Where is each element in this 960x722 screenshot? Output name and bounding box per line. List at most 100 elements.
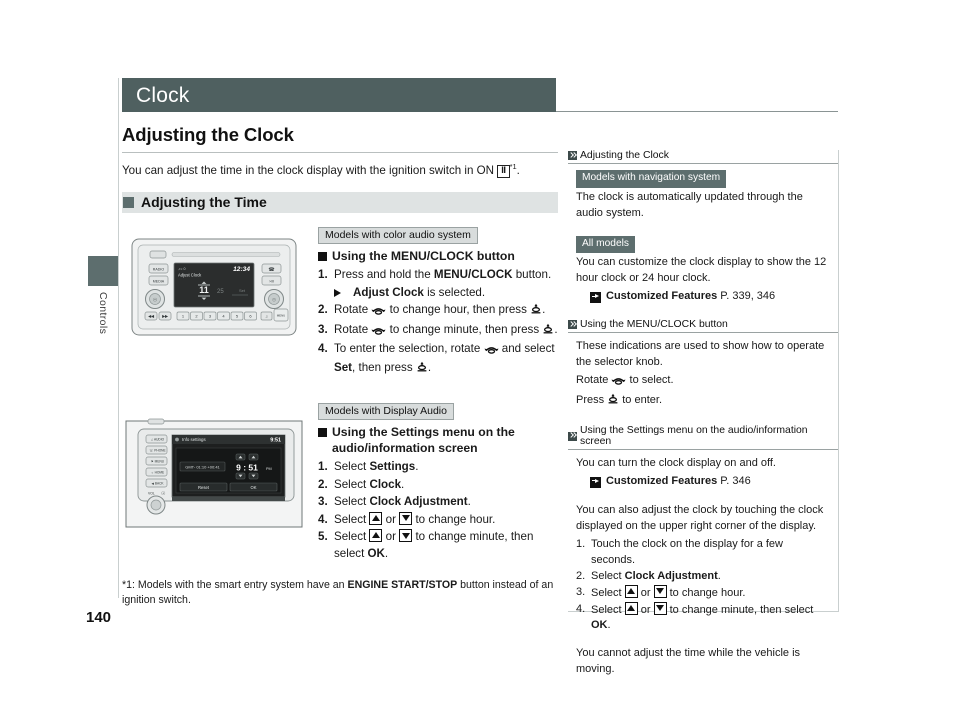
body-text: Select [591,586,625,599]
emphasis-text: MENU/CLOCK [433,268,513,282]
sidebar-block-header: Adjusting the Clock [568,150,838,164]
emphasis-text: Clock Adjustment [369,495,468,509]
sidebar-model-tag: Models with navigation system [576,170,727,188]
body-text: . [384,546,389,560]
svg-text:OK: OK [250,485,256,490]
body-text: or [382,512,400,526]
body-text: to change hour. [412,512,496,526]
manual-page: Controls Clock Adjusting the Clock You c… [0,0,960,722]
subheading-bullet-icon-2 [318,428,327,438]
display-audio-unit-figure: ♫ AUDIO ☏ PHONE ⚑ MENU ☼ HOME ◀ BACK Inf… [122,399,306,540]
step-text: Rotate to change hour, then press . [334,302,558,320]
jump-arrow-icon [590,476,601,488]
sidebar-block-body: You can turn the clock display on and of… [568,456,838,678]
subheading-menu-clock: Using the MENU/CLOCK button [318,249,558,265]
step-number: 2. [318,303,328,317]
svg-text:GMT- 01:10 +00:41: GMT- 01:10 +00:41 [185,465,220,470]
cross-reference-text: Customized Features P. 346 [606,474,751,487]
model-tag-display-audio: Models with Display Audio [318,403,454,421]
body-text: Select [334,477,370,491]
step-number: 4. [318,342,328,356]
rotate-knob-icon [484,343,499,359]
main-column: Adjusting the Clock You can adjust the t… [122,124,558,577]
subheading-settings-menu-text: Using the Settings menu on the audio/inf… [332,425,515,455]
step-text: Select Settings. [334,459,558,475]
body-text: to change hour, then press [386,303,531,317]
sidebar-paragraph: Rotate to select. [576,373,828,391]
color-audio-head-unit-figure: RADIO MEDIA ☎ >/II ♫♪ 0 Adjust Clock 12:… [122,222,306,349]
sidebar-paragraph: The clock is automatically updated throu… [576,190,803,219]
emphasis-text: Settings [369,460,416,474]
svg-text:♫♪ 0: ♫♪ 0 [178,267,186,271]
step-number: 4. [318,512,328,526]
section-tab-block [88,256,118,286]
body-text: Rotate [334,322,372,336]
body-text: . [401,477,405,491]
svg-text:☎: ☎ [268,267,274,273]
body-text: , then press [352,360,416,374]
body-text: and select [498,342,555,356]
chapter-title-bar: Clock [122,78,556,112]
step-text: Select Clock. [334,477,558,493]
step-item: 2. Rotate to change hour, then press . [318,302,558,320]
step-text: To enter the selection, rotate and selec… [334,341,558,378]
model-tag-color-audio: Models with color audio system [318,226,478,244]
svg-text:25: 25 [217,289,224,295]
sidebar-step-list: 1. Touch the clock on the display for a f… [576,537,828,635]
triangle-icon [334,288,348,297]
step-number: 5. [318,530,328,544]
page-title-rule [122,152,558,153]
down-arrow-key-icon [399,511,413,525]
section-tab: Controls [88,256,118,339]
body-text: Touch the clock on the display for a few… [591,537,783,566]
band-bullet-icon [123,196,134,208]
step-number: 2. [318,477,328,491]
step-item: 3. Rotate to change minute, then press . [318,322,558,340]
intro-text-after: . [516,164,520,177]
page-title: Adjusting the Clock [122,124,294,145]
svg-text:☼ HOME: ☼ HOME [151,471,164,475]
sidebar-paragraph: You cannot adjust the time while the veh… [576,647,801,676]
svg-text:MENU: MENU [277,313,286,317]
svg-text:☏ PHONE: ☏ PHONE [149,449,165,453]
subheading-settings-menu: Using the Settings menu on the audio/inf… [318,425,558,456]
svg-text:RADIO: RADIO [153,267,165,271]
press-knob-icon [416,361,428,378]
double-chevron-icon [568,151,577,160]
step-text: Select or to change hour. [334,511,558,528]
svg-text:11: 11 [199,285,209,295]
svg-text:Set: Set [239,288,246,293]
sidebar-paragraph: You can turn the clock display on and of… [576,457,776,469]
step-list-color-audio: 1. Press and hold the MENU/CLOCK button. A… [318,267,558,378]
cross-reference[interactable]: Customized Features P. 339, 346 [590,289,828,305]
step-number: 3. [318,495,328,509]
steps-display-audio: Models with Display Audio Using the Sett… [308,399,558,563]
svg-text:♫ AUDIO: ♫ AUDIO [151,438,165,442]
step-item: 4. Select or to change hour. [318,511,558,528]
section-display-audio: ♫ AUDIO ☏ PHONE ⚑ MENU ☼ HOME ◀ BACK Inf… [122,399,558,563]
sidebar-step-item: 3. Select or to change hour. [576,584,828,602]
footnote: *1: Models with the smart entry system h… [122,578,558,609]
cross-reference[interactable]: Customized Features P. 346 [590,474,828,490]
emphasis-text: OK [367,546,385,560]
svg-text:Reset: Reset [198,485,210,490]
sidebar-step-text: Select or to change hour. [591,584,745,602]
page-number: 140 [86,609,112,626]
svg-text:☉: ☉ [153,297,158,303]
body-text: Press and hold the [334,268,434,282]
body-text: to change minute, then press [386,322,543,336]
left-vertical-rule [118,78,119,598]
body-text: Select [334,495,370,509]
body-text: . [415,460,419,474]
cross-reference-title: Customized Features [606,290,718,303]
step-text: Rotate to change minute, then press . [334,322,558,340]
press-knob-icon [530,303,542,320]
figure-display-audio-wrap: ♫ AUDIO ☏ PHONE ⚑ MENU ☼ HOME ◀ BACK Inf… [122,399,308,563]
svg-text:☉: ☉ [161,491,166,497]
sidebar-step-number: 2. [576,569,586,582]
body-text: or [637,603,654,616]
step-item: 2. Select Clock. [318,477,558,493]
press-knob-icon [607,393,619,411]
